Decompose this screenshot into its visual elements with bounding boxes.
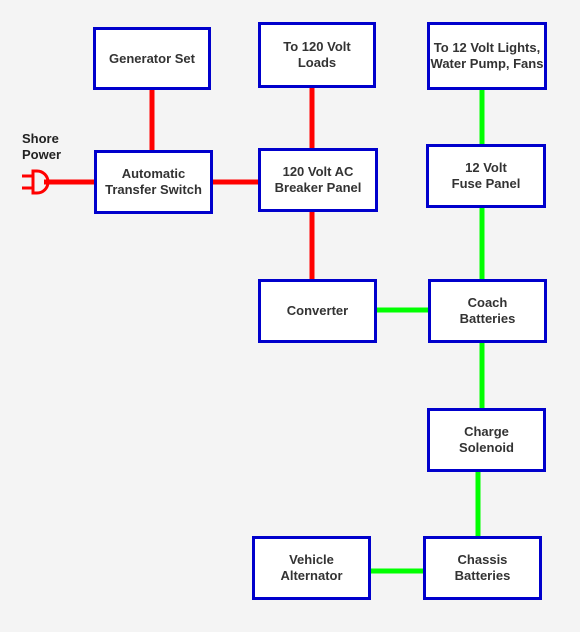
node-alternator: Vehicle Alternator [252, 536, 371, 600]
node-chassis: Chassis Batteries [423, 536, 542, 600]
node-label: Automatic Transfer Switch [105, 166, 202, 197]
node-solenoid: Charge Solenoid [427, 408, 546, 472]
node-generator: Generator Set [93, 27, 211, 90]
node-loads120: To 120 Volt Loads [258, 22, 376, 88]
node-converter: Converter [258, 279, 377, 343]
node-label: 120 Volt AC Breaker Panel [274, 164, 362, 195]
node-label: Coach Batteries [459, 295, 516, 326]
shore-power-label: Shore Power [22, 131, 62, 162]
node-label: 12 Volt Fuse Panel [451, 160, 521, 191]
node-label: Generator Set [109, 50, 195, 66]
node-label: Charge Solenoid [459, 424, 514, 455]
node-label: Converter [286, 303, 349, 318]
node-label: To 12 Volt Lights, Water Pump, Fans [430, 40, 544, 71]
node-coach: Coach Batteries [428, 279, 547, 343]
node-breaker: 120 Volt AC Breaker Panel [258, 148, 378, 212]
node-loads12: To 12 Volt Lights, Water Pump, Fans [427, 22, 547, 90]
node-label: Vehicle Alternator [280, 552, 343, 583]
node-fuse: 12 Volt Fuse Panel [426, 144, 546, 208]
node-label: To 120 Volt Loads [283, 39, 351, 70]
node-label: Chassis Batteries [454, 552, 511, 583]
node-ats: Automatic Transfer Switch [94, 150, 213, 214]
